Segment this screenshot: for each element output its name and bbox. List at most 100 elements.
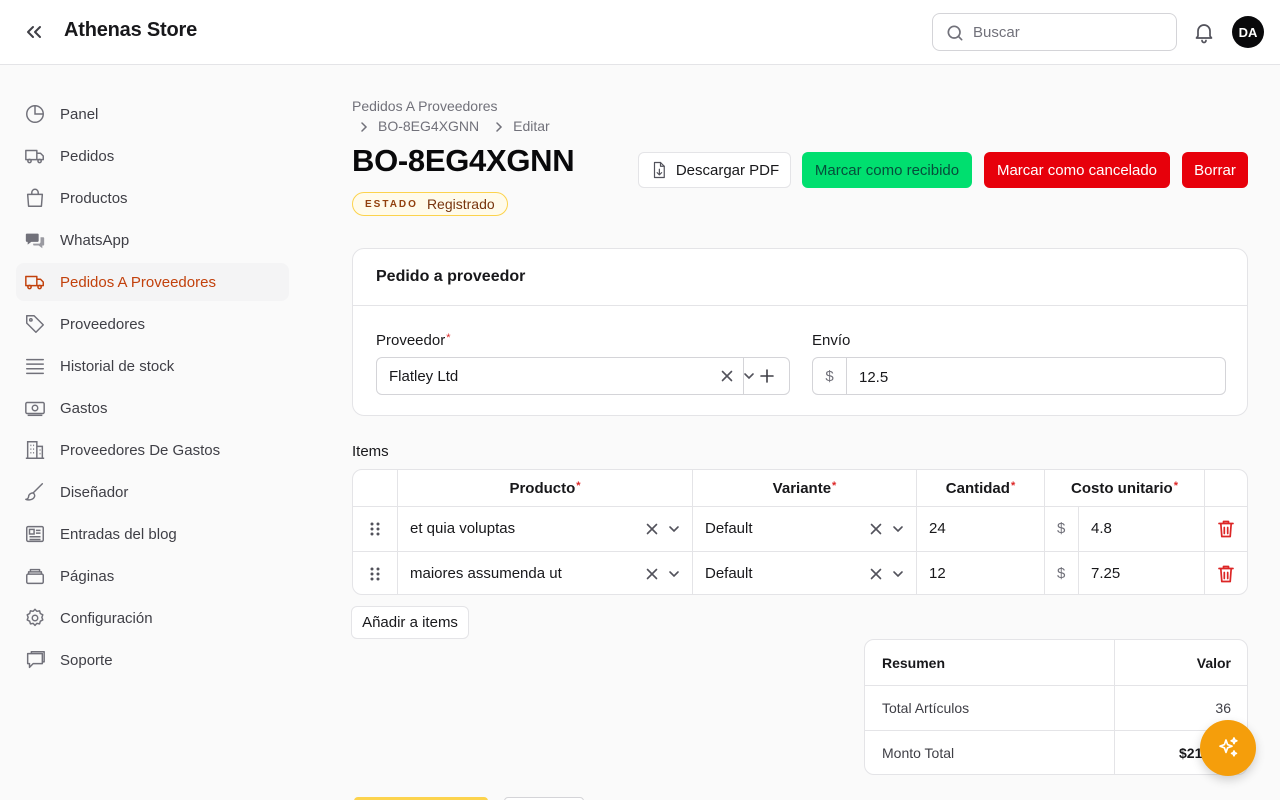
plus-icon xyxy=(759,368,775,384)
currency-divider xyxy=(1078,507,1079,551)
chevron-down-icon[interactable] xyxy=(667,567,681,581)
chevron-right-icon xyxy=(493,120,505,132)
supplier-select[interactable]: Flatley Ltd xyxy=(376,357,790,395)
add-supplier-button[interactable] xyxy=(743,358,789,394)
clear-icon[interactable] xyxy=(645,522,659,536)
unit-cost-input[interactable]: 7.25 xyxy=(1091,565,1120,582)
sidebar-item-paginas[interactable]: Páginas xyxy=(16,557,289,595)
status-label: ESTADO xyxy=(365,198,418,210)
mark-received-button[interactable]: Marcar como recibido xyxy=(802,152,972,188)
search-box[interactable] xyxy=(932,13,1177,51)
list-icon xyxy=(24,355,46,377)
currency-divider xyxy=(1078,552,1079,594)
delete-button[interactable]: Borrar xyxy=(1182,152,1248,188)
sidebar-item-configuracion[interactable]: Configuración xyxy=(16,599,289,637)
tag-icon xyxy=(24,313,46,335)
column-header-product: Producto* xyxy=(509,480,581,497)
sidebar-item-whatsapp[interactable]: WhatsApp xyxy=(16,221,289,259)
sidebar-item-label: Entradas del blog xyxy=(60,526,177,543)
sidebar-item-label: Panel xyxy=(60,106,99,123)
clear-icon[interactable] xyxy=(869,567,883,581)
chevron-down-icon[interactable] xyxy=(891,567,905,581)
column-header-quantity: Cantidad* xyxy=(945,480,1016,497)
row-divider xyxy=(353,506,1247,507)
drag-handle-icon[interactable] xyxy=(369,521,381,537)
clear-icon[interactable] xyxy=(645,567,659,581)
search-icon xyxy=(945,23,965,43)
download-pdf-button[interactable]: Descargar PDF xyxy=(638,152,791,188)
variant-select-value[interactable]: Default xyxy=(705,565,753,582)
download-pdf-label: Descargar PDF xyxy=(675,161,780,179)
sidebar-item-label: Diseñador xyxy=(60,484,129,501)
page-title: BO-8EG4XGNN xyxy=(352,143,575,178)
search-input[interactable] xyxy=(973,22,1168,42)
shipping-field[interactable]: $ xyxy=(812,357,1226,395)
status-value: Registrado xyxy=(426,196,495,212)
sidebar-item-label: Pedidos xyxy=(60,148,115,165)
add-item-button[interactable]: Añadir a items xyxy=(351,606,469,639)
chevron-down-icon[interactable] xyxy=(667,522,681,536)
unit-cost-input[interactable]: 4.8 xyxy=(1091,520,1112,537)
sidebar-item-proveedores-de-gastos[interactable]: Proveedores De Gastos xyxy=(16,431,289,469)
drag-handle-icon[interactable] xyxy=(369,566,381,582)
column-divider xyxy=(1114,640,1115,774)
sidebar-item-historial-de-stock[interactable]: Historial de stock xyxy=(16,347,289,385)
sidebar-item-soporte[interactable]: Soporte xyxy=(16,641,289,679)
summary-row-value: 36 xyxy=(1215,700,1231,716)
summary-row-label: Total Artículos xyxy=(882,700,970,716)
sidebar-item-entradas-del-blog[interactable]: Entradas del blog xyxy=(16,515,289,553)
bell-icon[interactable] xyxy=(1192,20,1216,44)
sidebar-item-panel[interactable]: Panel xyxy=(16,95,289,133)
file-download-icon xyxy=(650,161,668,179)
sidebar-item-label: Proveedores De Gastos xyxy=(60,442,221,459)
mark-cancelled-button[interactable]: Marcar como cancelado xyxy=(984,152,1170,188)
summary-row-value: $21 xyxy=(1179,745,1203,761)
variant-select-value[interactable]: Default xyxy=(705,520,753,537)
chevron-down-icon[interactable] xyxy=(891,522,905,536)
shopping-bag-icon xyxy=(24,187,46,209)
breadcrumb-action: Editar xyxy=(513,118,550,134)
currency-prefix: $ xyxy=(813,358,847,394)
sidebar-item-label: Páginas xyxy=(60,568,115,585)
shipping-input[interactable] xyxy=(859,367,1209,387)
column-divider xyxy=(1204,470,1205,594)
pie-chart-icon xyxy=(24,103,46,125)
stack-icon xyxy=(24,565,46,587)
sidebar-item-pedidos-a-proveedores[interactable]: Pedidos A Proveedores xyxy=(16,263,289,301)
breadcrumb-current[interactable]: BO-8EG4XGNN xyxy=(378,118,479,134)
sidebar-item-proveedores[interactable]: Proveedores xyxy=(16,305,289,343)
card-header: Pedido a proveedor xyxy=(353,249,1247,306)
product-select-value[interactable]: et quia voluptas xyxy=(410,520,515,537)
clear-icon[interactable] xyxy=(720,369,734,383)
row-divider xyxy=(865,730,1247,731)
chat-bubbles-icon xyxy=(24,229,46,251)
avatar[interactable]: DA xyxy=(1232,16,1264,48)
row-divider xyxy=(353,551,1247,552)
app-title: Athenas Store xyxy=(64,19,197,41)
sidebar-item-pedidos[interactable]: Pedidos xyxy=(16,137,289,175)
top-bar: Athenas Store DA xyxy=(0,0,1280,65)
sidebar-item-disenador[interactable]: Diseñador xyxy=(16,473,289,511)
sidebar-item-productos[interactable]: Productos xyxy=(16,179,289,217)
shipping-field-label: Envío xyxy=(812,332,851,349)
items-table: Producto* Variante* Cantidad* Costo unit… xyxy=(352,469,1248,595)
newspaper-icon xyxy=(24,523,46,545)
sidebar-item-label: Configuración xyxy=(60,610,153,627)
clear-icon[interactable] xyxy=(869,522,883,536)
trash-icon[interactable] xyxy=(1217,519,1235,539)
column-header-unit-cost: Costo unitario* xyxy=(1071,480,1178,497)
building-icon xyxy=(24,439,46,461)
collapse-sidebar-icon[interactable] xyxy=(22,20,46,44)
sidebar-item-label: Proveedores xyxy=(60,316,146,333)
sidebar-item-label: Productos xyxy=(60,190,128,207)
product-select-value[interactable]: maiores assumenda ut xyxy=(410,565,562,582)
trash-icon[interactable] xyxy=(1217,564,1235,584)
sidebar-item-gastos[interactable]: Gastos xyxy=(16,389,289,427)
ai-assistant-button[interactable] xyxy=(1200,720,1256,776)
quantity-input[interactable]: 12 xyxy=(929,565,946,582)
quantity-input[interactable]: 24 xyxy=(929,520,946,537)
breadcrumb-root[interactable]: Pedidos A Proveedores xyxy=(352,98,498,114)
sidebar-item-label: Gastos xyxy=(60,400,108,417)
gear-icon xyxy=(24,607,46,629)
summary-table: Resumen Valor Total Artículos 36 Monto T… xyxy=(864,639,1248,775)
